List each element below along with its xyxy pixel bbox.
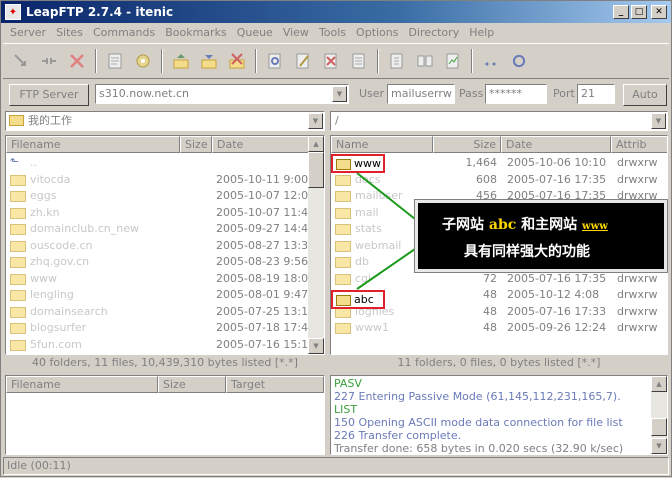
callout-line-2: 具有同样强大的功能 bbox=[464, 244, 590, 260]
www-folder-highlight[interactable]: www bbox=[331, 154, 385, 173]
annotation-line-abc bbox=[356, 248, 416, 290]
annotation-callout: 子网站 abc 和主网站 www 具有同样强大的功能 bbox=[414, 199, 668, 273]
abc-folder-label: abc bbox=[354, 293, 374, 306]
callout-text: 和主网站 bbox=[521, 217, 578, 233]
annotation-line-www bbox=[356, 172, 416, 220]
www-folder-label: www bbox=[354, 157, 381, 170]
abc-folder-highlight[interactable]: abc bbox=[331, 290, 385, 309]
callout-text: 子网站 bbox=[442, 217, 484, 233]
callout-line-1: 子网站 abc 和主网站 www bbox=[442, 214, 608, 234]
callout-abc: abc bbox=[488, 217, 517, 233]
folder-icon bbox=[336, 159, 351, 170]
leapftp-window: ✦ LeapFTP 2.7.4 - itenic _ □ ✕ Server Si… bbox=[0, 0, 672, 477]
callout-www: www bbox=[582, 221, 608, 232]
folder-icon bbox=[336, 295, 351, 306]
